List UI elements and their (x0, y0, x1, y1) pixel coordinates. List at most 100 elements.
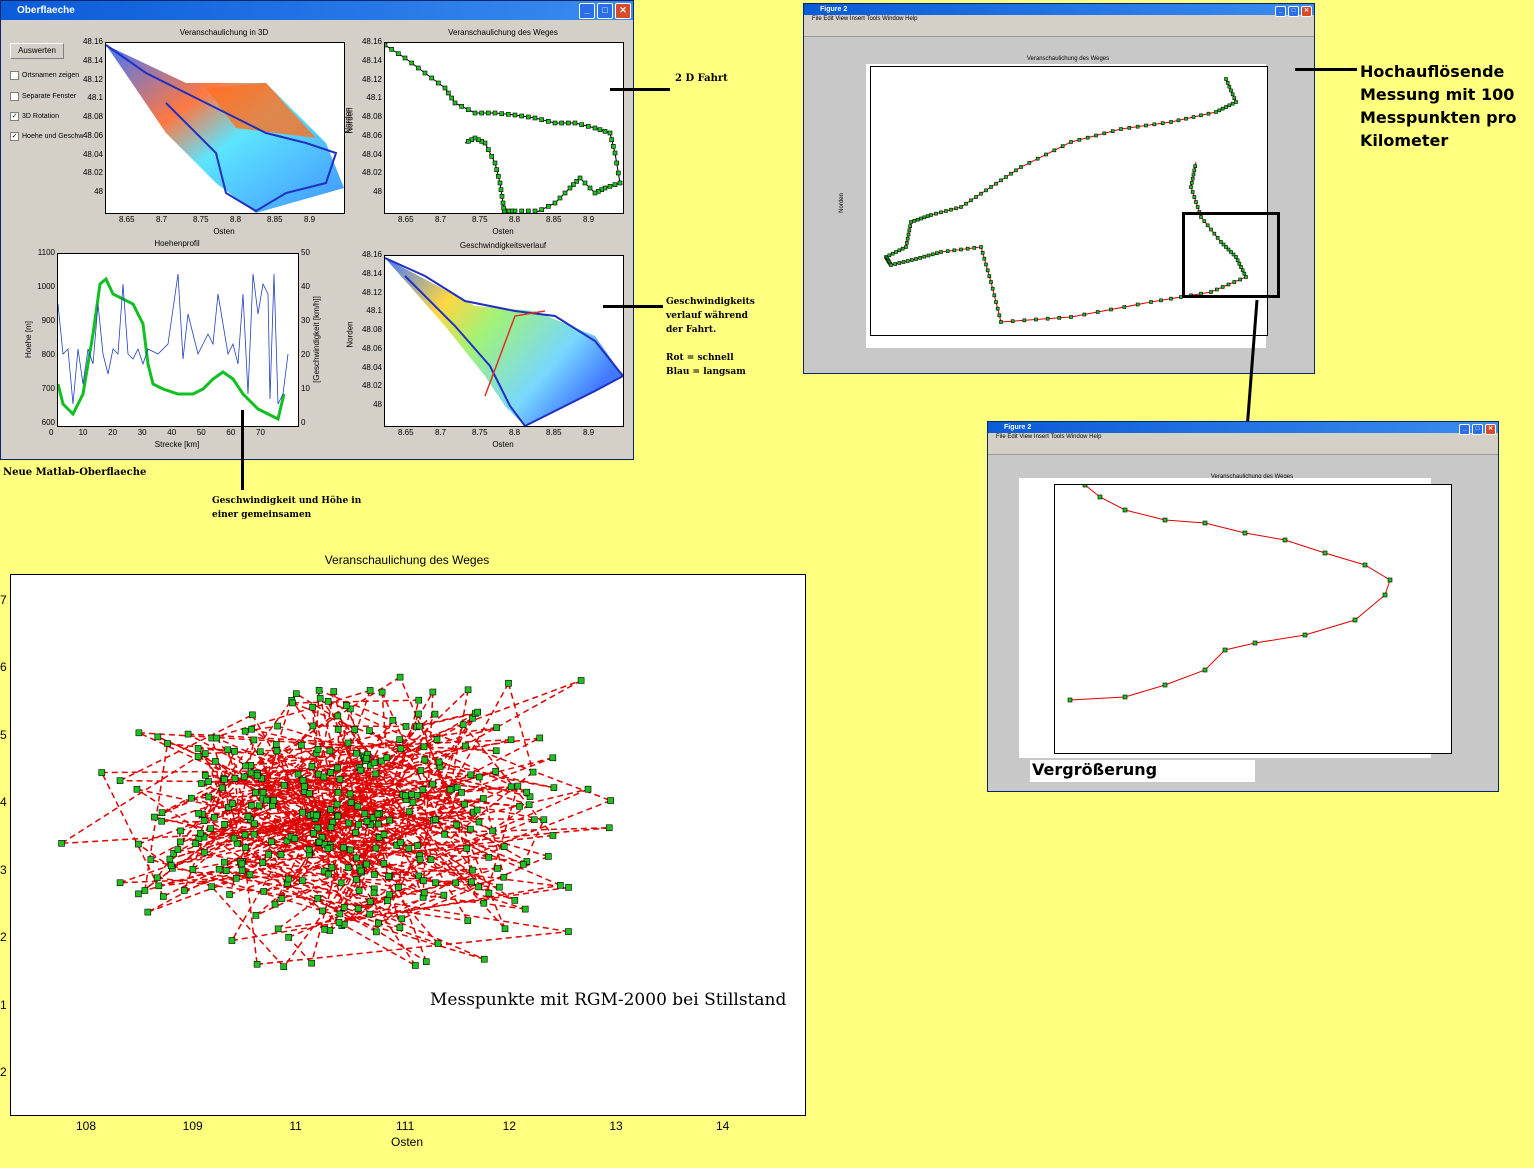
point-marker (607, 797, 614, 804)
point-marker (609, 137, 614, 142)
tick-label: 8.65 (398, 428, 414, 437)
point-marker (944, 209, 948, 213)
maximize-button[interactable]: □ (1472, 424, 1483, 435)
point-marker (408, 791, 415, 798)
point-marker (486, 110, 491, 116)
point-marker (1195, 205, 1200, 209)
point-marker (313, 812, 320, 819)
minimize-button[interactable]: _ (1459, 424, 1470, 435)
tick-label: 8.7 (435, 215, 447, 224)
point-marker (485, 854, 493, 861)
point-marker (274, 925, 282, 933)
checkbox-ortsnamen[interactable]: Ortsnamen zeigen (10, 71, 79, 80)
point-marker (954, 206, 958, 211)
point-marker (200, 817, 208, 825)
point-marker (486, 147, 491, 152)
point-marker (416, 856, 424, 863)
point-marker (616, 170, 621, 176)
point-marker (1119, 127, 1123, 131)
tick-label: 108 (76, 1119, 97, 1133)
point-marker (336, 910, 344, 918)
close-button[interactable]: ✕ (615, 3, 631, 19)
point-marker (1082, 485, 1088, 488)
point-marker (1230, 92, 1235, 97)
checkbox-hoehe[interactable]: ✓ Hoehe und Geschw (10, 132, 83, 141)
point-marker (526, 114, 531, 120)
tick-label: 8.9 (583, 428, 595, 437)
point-marker (205, 793, 213, 801)
point-marker (324, 697, 332, 705)
point-marker (315, 687, 323, 694)
point-marker (469, 866, 476, 874)
tick-label: 48.08 (361, 325, 382, 334)
point-marker (1122, 694, 1128, 700)
plotweg-axes[interactable] (384, 42, 624, 214)
checkbox-box[interactable] (10, 71, 19, 80)
point-marker (250, 830, 258, 838)
point-marker (1214, 110, 1218, 114)
plothoehe-xlabel: Strecke [km] (154, 440, 200, 449)
point-marker (396, 736, 403, 743)
point-marker (299, 808, 306, 816)
maximize-button[interactable]: □ (1288, 6, 1299, 17)
point-marker (308, 959, 315, 967)
figure-toolbar[interactable] (988, 442, 1498, 455)
point-marker (519, 208, 524, 213)
checkbox-box[interactable]: ✓ (10, 132, 19, 141)
tick-label: 3 (0, 862, 7, 877)
maximize-button[interactable]: □ (597, 3, 613, 19)
figure-menubar[interactable]: File Edit View Insert Tools Window Help (988, 433, 1498, 442)
point-marker (340, 904, 348, 911)
point-marker (492, 768, 499, 775)
point-marker (378, 688, 386, 696)
point-marker (559, 120, 564, 126)
point-marker (232, 875, 240, 882)
point-marker (1224, 105, 1228, 109)
point-marker (906, 232, 911, 237)
auswerten-button[interactable]: Auswerten (10, 43, 64, 59)
point-marker (253, 772, 261, 779)
point-marker (422, 958, 430, 965)
point-marker (572, 120, 578, 126)
point-marker (1222, 647, 1228, 653)
close-button[interactable]: ✕ (1485, 424, 1496, 435)
point-marker (416, 722, 423, 730)
minimize-button[interactable]: _ (1275, 6, 1286, 17)
point-marker (166, 855, 174, 863)
plotgeschw-axes[interactable] (384, 255, 624, 427)
figure-menubar[interactable]: File Edit View Insert Tools Window Help (804, 15, 1314, 24)
plothoehe-axes[interactable] (57, 253, 299, 427)
figure2-zoom-axes[interactable] (1054, 484, 1452, 754)
point-marker (995, 306, 1000, 311)
point-marker (289, 699, 296, 707)
point-marker (1035, 156, 1040, 161)
close-button[interactable]: ✕ (1301, 6, 1312, 17)
point-marker (929, 213, 933, 217)
tick-label: 600 (41, 418, 55, 427)
point-marker (427, 856, 435, 863)
point-marker (215, 865, 223, 873)
point-marker (965, 246, 970, 251)
point-marker (949, 207, 953, 212)
checkbox-separate[interactable]: Separate Fenster (10, 92, 76, 101)
point-marker (327, 806, 334, 813)
point-marker (265, 851, 273, 858)
point-marker (614, 160, 619, 166)
point-marker (1152, 122, 1157, 127)
minimize-button[interactable]: _ (579, 3, 595, 19)
tick-label: 70 (256, 428, 265, 437)
figure-toolbar[interactable] (804, 24, 1314, 37)
checkbox-box[interactable] (10, 92, 19, 101)
point-marker (316, 694, 324, 702)
point-marker (1190, 176, 1195, 181)
plot3d-axes[interactable] (105, 42, 345, 214)
point-marker (489, 827, 496, 835)
point-marker (905, 259, 910, 263)
big-plot-axes[interactable] (10, 574, 806, 1116)
point-marker (539, 117, 544, 122)
checkbox-3d-rotation[interactable]: ✓ 3D Rotation (10, 112, 59, 121)
point-marker (597, 127, 603, 132)
point-marker (195, 810, 202, 817)
checkbox-box[interactable]: ✓ (10, 112, 19, 121)
point-marker (466, 139, 471, 144)
